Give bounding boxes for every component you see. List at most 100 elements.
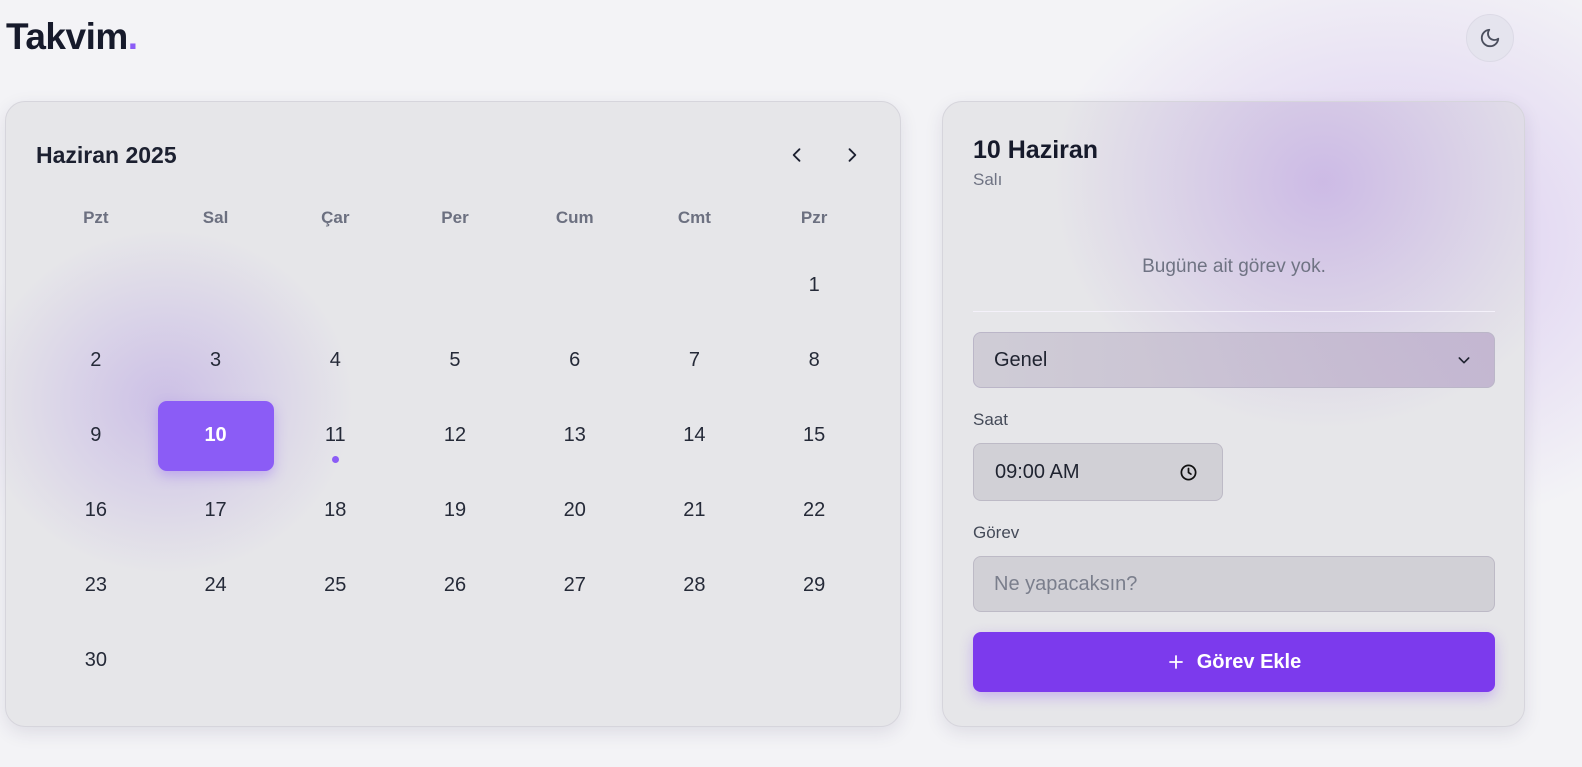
- day-number: 6: [569, 349, 581, 371]
- calendar-day[interactable]: 20: [515, 473, 635, 548]
- category-select-value: Genel: [994, 348, 1048, 371]
- day-number: 23: [84, 574, 107, 596]
- task-input[interactable]: [973, 556, 1495, 612]
- calendar-day[interactable]: 28: [635, 548, 755, 623]
- calendar-day[interactable]: 22: [754, 473, 874, 548]
- app-title: Takvim: [6, 16, 128, 57]
- next-month-button[interactable]: [835, 138, 869, 172]
- app-title-dot: .: [127, 16, 138, 57]
- month-title: Haziran 2025: [36, 142, 177, 168]
- weekday-label: Cmt: [677, 208, 711, 227]
- weekday-label: Sal: [202, 208, 229, 227]
- calendar-day[interactable]: 3: [156, 323, 276, 398]
- calendar-day[interactable]: 25: [275, 548, 395, 623]
- day-number: 28: [683, 574, 706, 596]
- calendar-day[interactable]: 15: [754, 398, 874, 473]
- day-number: 14: [683, 424, 706, 446]
- weekday-label: Pzr: [800, 208, 828, 227]
- calendar-day[interactable]: 18: [275, 473, 395, 548]
- prev-month-button[interactable]: [780, 138, 814, 172]
- calendar-day[interactable]: 9: [36, 398, 156, 473]
- calendar-day-selected[interactable]: 10: [156, 398, 276, 473]
- add-task-button[interactable]: Görev Ekle: [973, 632, 1495, 692]
- plus-icon: [1168, 655, 1183, 669]
- calendar-day[interactable]: 12: [395, 398, 515, 473]
- day-number: 1: [808, 274, 820, 296]
- calendar-day[interactable]: 13: [515, 398, 635, 473]
- day-number: 20: [563, 499, 586, 521]
- calendar-day[interactable]: 2: [36, 323, 156, 398]
- day-number: 5: [449, 349, 461, 371]
- weekday-label: Pzt: [83, 208, 109, 227]
- day-number: 21: [683, 499, 706, 521]
- clock-icon[interactable]: [1179, 463, 1198, 482]
- calendar-day[interactable]: 14: [635, 398, 755, 473]
- day-number: 12: [443, 424, 467, 446]
- day-number: 19: [443, 499, 467, 521]
- calendar-day[interactable]: 5: [395, 323, 515, 398]
- empty-day-cell: [275, 248, 395, 323]
- add-task-button-label: Görev Ekle: [1196, 650, 1302, 673]
- calendar-day[interactable]: 7: [635, 323, 755, 398]
- task-panel: 10 Haziran Salı Bugüne ait görev yok. Ge…: [942, 101, 1525, 727]
- day-number: 16: [84, 499, 107, 521]
- day-number: 9: [90, 424, 102, 446]
- calendar-day[interactable]: 21: [635, 473, 755, 548]
- calendar-day[interactable]: 11: [275, 398, 395, 473]
- day-number: 8: [808, 349, 820, 371]
- day-number: 3: [210, 349, 222, 371]
- chevron-right-icon: [848, 148, 857, 162]
- calendar-day-grid: 1 2 3 4 5 6 7 8 9 10 11 12 13 14 15 16 17 18 19 20 21 22 23 24 2…: [36, 248, 874, 698]
- day-number: 13: [563, 424, 586, 446]
- calendar-day[interactable]: 6: [515, 323, 635, 398]
- calendar-day[interactable]: 24: [156, 548, 276, 623]
- empty-tasks-message: Bugüne ait görev yok.: [1142, 256, 1326, 277]
- app-logo: Takvim.: [6, 16, 138, 58]
- day-number: 24: [204, 574, 227, 596]
- weekday-label: Çar: [321, 208, 350, 227]
- moon-icon: [1480, 28, 1500, 48]
- time-input[interactable]: 09:00 AM: [973, 443, 1223, 501]
- weekday-label: Cum: [555, 208, 594, 227]
- calendar-day[interactable]: 1: [754, 248, 874, 323]
- divider: [973, 311, 1495, 312]
- calendar-day[interactable]: 26: [395, 548, 515, 623]
- selected-date-title: 10 Haziran: [973, 136, 1099, 164]
- day-number: 25: [324, 574, 347, 596]
- day-number: 18: [324, 499, 347, 521]
- category-select[interactable]: Genel: [973, 332, 1495, 388]
- calendar-day[interactable]: 4: [275, 323, 395, 398]
- chevron-down-icon: [1458, 357, 1470, 364]
- empty-day-cell: [395, 248, 515, 323]
- calendar-day[interactable]: 8: [754, 323, 874, 398]
- theme-toggle-button[interactable]: [1466, 14, 1514, 62]
- calendar-day[interactable]: 17: [156, 473, 276, 548]
- weekday-label: Per: [441, 208, 469, 227]
- day-number: 4: [329, 349, 341, 371]
- day-number: 29: [803, 574, 826, 596]
- calendar-day[interactable]: 16: [36, 473, 156, 548]
- calendar-day[interactable]: 19: [395, 473, 515, 548]
- day-number: 30: [84, 649, 107, 671]
- day-number: 10: [157, 400, 274, 471]
- task-label: Görev: [973, 523, 1020, 542]
- day-number: 27: [563, 574, 586, 596]
- day-number: 22: [803, 499, 826, 521]
- calendar-day[interactable]: 29: [754, 548, 874, 623]
- weekday-header-row: Pzt Sal Çar Per Cum Cmt Pzr: [36, 208, 874, 228]
- empty-day-cell: [156, 248, 276, 323]
- day-number: 15: [803, 424, 826, 446]
- empty-day-cell: [36, 248, 156, 323]
- calendar-day[interactable]: 30: [36, 623, 156, 698]
- time-input-value: 09:00 AM: [995, 460, 1080, 483]
- selected-weekday: Salı: [973, 170, 1003, 189]
- chevron-left-icon: [792, 148, 801, 162]
- empty-day-cell: [635, 248, 755, 323]
- day-number: 26: [443, 574, 467, 596]
- calendar-day[interactable]: 23: [36, 548, 156, 623]
- calendar-card: Haziran 2025 Pzt Sal Çar Per Cum Cmt Pzr 12345…: [5, 101, 901, 727]
- time-label: Saat: [973, 410, 1008, 429]
- calendar-day[interactable]: 27: [515, 548, 635, 623]
- day-number: 17: [204, 499, 227, 521]
- empty-day-cell: [515, 248, 635, 323]
